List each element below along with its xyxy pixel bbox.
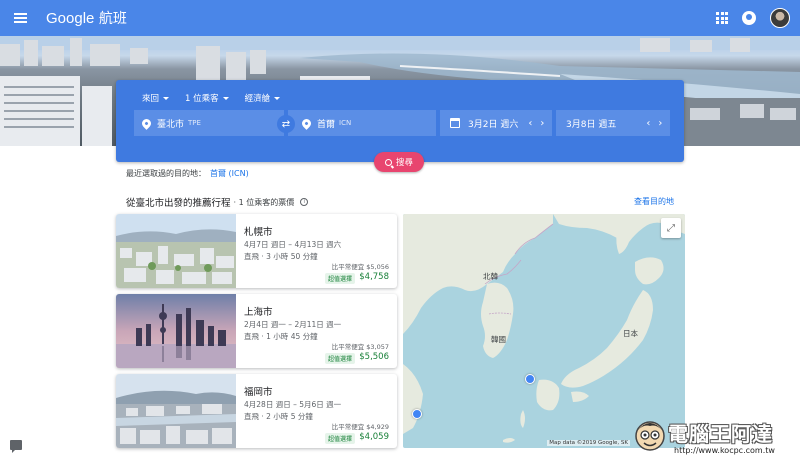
return-date: 3月8日 週五 [566,119,617,130]
fukuoka-photo [116,374,236,448]
map-label-japan: 日本 [623,329,638,338]
destination-map[interactable]: 北韓 韓國 日本 ⤢ Map data ©2019 Google, SK [403,214,685,448]
watermark-url: http://www.kocpc.com.tw [674,446,775,455]
recent-destination-link[interactable]: 首爾 (ICN) [210,169,249,178]
chevron-right-icon[interactable]: › [658,118,662,129]
chevron-right-icon[interactable]: › [540,118,544,129]
cabin-class-dropdown[interactable]: 經濟艙 [245,92,281,104]
calendar-icon [450,118,460,128]
fullscreen-icon[interactable]: ⤢ [661,218,681,238]
origin-code: TPE [188,119,201,127]
caret-down-icon [222,96,229,100]
swap-icon[interactable]: ⇄ [277,115,295,133]
deal-badge: 超值選擇 [324,433,355,444]
price: $5,506 [359,352,389,362]
destination-city: 福岡市 [244,387,273,398]
price: $4,059 [359,432,389,442]
destination-city: 札幌市 [244,227,273,238]
origin-field[interactable]: 臺北市 TPE ⇄ [134,110,295,136]
search-button-label: 搜尋 [395,158,413,168]
destination-card[interactable]: 上海市 2月4日 週一 – 2月11日 週一 直飛 · 1 小時 45 分鐘 比… [116,294,397,368]
map-marker-fukuoka[interactable] [525,374,535,384]
destination-dates: 4月28日 週日 – 5月6日 週一 [244,400,342,409]
search-fields: 臺北市 TPE ⇄ 首爾 ICN 3月2日 週六 ‹ › 3月8日 週五 ‹ › [134,110,670,136]
deal-badge: 超值選擇 [324,273,355,284]
depart-date: 3月2日 週六 [468,119,519,130]
chevron-left-icon[interactable]: ‹ [528,118,532,129]
recommendations-heading: 從臺北市出發的推薦行程 · 1 位乘客的票價 i [126,195,309,209]
appbar-actions [716,0,790,36]
apps-grid-icon[interactable] [716,12,728,24]
sapporo-photo [116,214,236,288]
menu-icon[interactable] [2,0,38,36]
app-title[interactable]: Google 航班 [46,8,127,28]
map-marker-shanghai[interactable] [412,409,422,419]
destination-dates: 4月7日 週日 – 4月13日 週六 [244,240,342,249]
section-title: 從臺北市出發的推薦行程 [126,198,231,209]
destination-dates: 2月4日 週一 – 2月11日 週一 [244,320,342,329]
passengers-label: 1 位乘客 [185,94,219,104]
savings-text: 比平常便宜 $4,929 [331,423,389,431]
site-watermark: 電腦王阿達 http://www.kocpc.com.tw [632,414,800,465]
savings-text: 比平常便宜 $5,056 [331,263,389,271]
deal-badge: 超值選擇 [324,353,355,364]
origin-city: 臺北市 [157,119,185,130]
search-panel: 來回 1 位乘客 經濟艙 臺北市 TPE ⇄ 首爾 ICN 3月2日 週六 ‹ … [116,80,684,172]
caret-down-icon [163,96,170,100]
location-pin-icon [300,116,313,130]
product-name: 航班 [98,11,127,27]
search-icon [384,158,392,166]
savings-text: 比平常便宜 $3,057 [331,343,389,351]
return-date-field[interactable]: 3月8日 週五 ‹ › [556,110,670,136]
flight-duration: 直飛 · 2 小時 5 分鐘 [244,412,313,421]
search-options: 來回 1 位乘客 經濟艙 [142,92,281,104]
destination-field[interactable]: 首爾 ICN [288,110,436,136]
view-destinations-link[interactable]: 查看目的地 [634,196,674,207]
trip-type-label: 來回 [142,94,160,104]
section-subtitle: · 1 位乘客的票價 [233,197,295,207]
feedback-icon[interactable] [10,440,22,453]
map-label-north-korea: 北韓 [483,272,498,281]
price: $4,758 [359,272,389,282]
search-button[interactable]: 搜尋 [374,152,424,172]
mascot-logo [635,421,665,451]
chevron-left-icon[interactable]: ‹ [646,118,650,129]
watermark-brand: 電腦王阿達 [668,422,773,446]
info-icon[interactable]: i [300,198,309,206]
destination-card[interactable]: 福岡市 4月28日 週日 – 5月6日 週一 直飛 · 2 小時 5 分鐘 比平… [116,374,397,448]
map-land-shapes [403,214,685,443]
shanghai-photo [116,294,236,368]
cabin-class-label: 經濟艙 [244,94,271,104]
destination-card[interactable]: 札幌市 4月7日 週日 – 4月13日 週六 直飛 · 3 小時 50 分鐘 比… [116,214,397,288]
google-logo: Google [46,10,95,27]
caret-down-icon [274,96,281,100]
map-label-south-korea: 韓國 [491,335,506,344]
trip-type-dropdown[interactable]: 來回 [142,92,170,104]
destination-code: ICN [339,119,352,127]
recent-destination: 最近選取過的目的地： 首爾 (ICN) [126,168,249,179]
destination-city: 首爾 [317,119,336,130]
map-attribution: Map data ©2019 Google, SK [547,440,630,446]
recent-label: 最近選取過的目的地： [126,169,206,178]
destination-city: 上海市 [244,307,273,318]
notifications-icon[interactable] [742,11,756,25]
depart-date-field[interactable]: 3月2日 週六 ‹ › [440,110,552,136]
top-app-bar: Google 航班 [0,0,800,36]
passengers-dropdown[interactable]: 1 位乘客 [185,92,229,104]
flight-duration: 直飛 · 1 小時 45 分鐘 [244,332,318,341]
location-pin-icon [140,116,153,130]
flight-duration: 直飛 · 3 小時 50 分鐘 [244,252,318,261]
avatar[interactable] [770,8,790,28]
